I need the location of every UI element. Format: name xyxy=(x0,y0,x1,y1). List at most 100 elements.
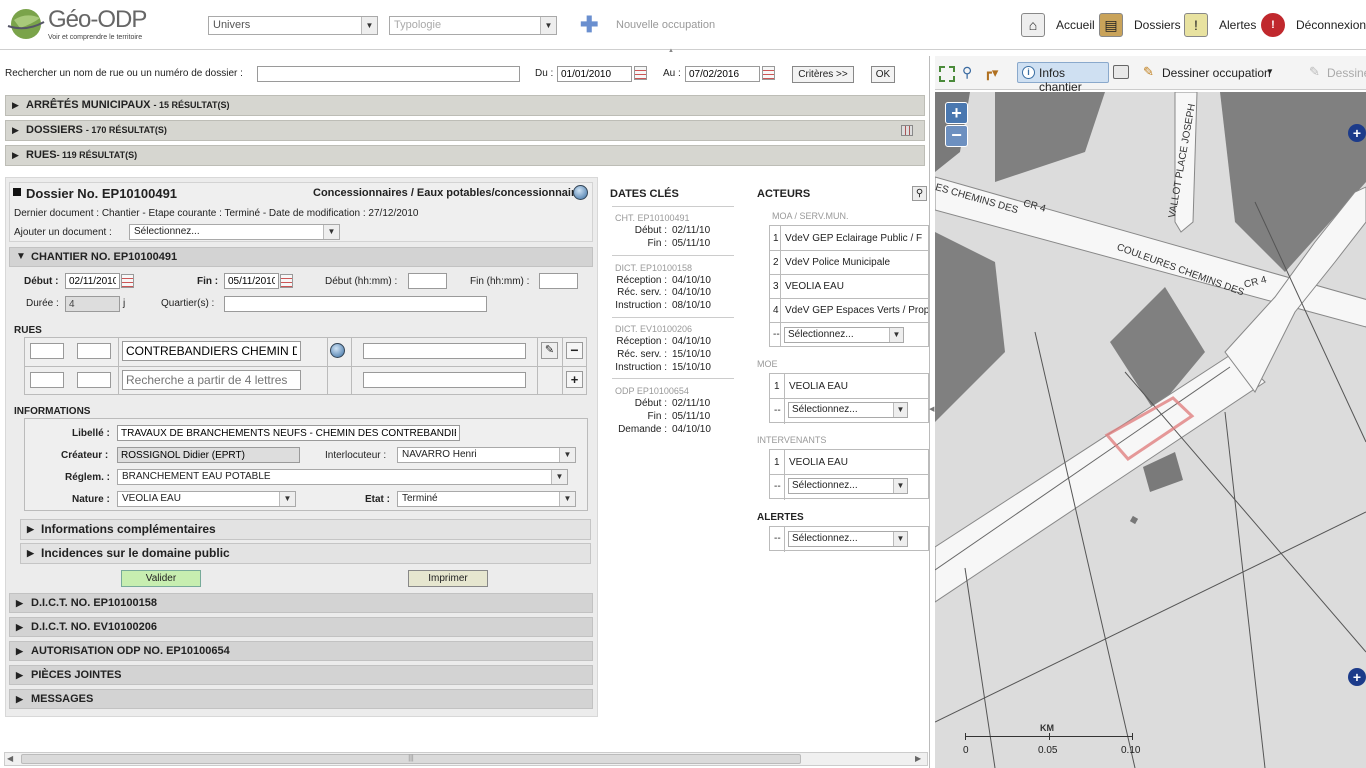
minus-icon[interactable]: − xyxy=(566,342,583,359)
nav-deconnexion[interactable]: Déconnexion xyxy=(1296,18,1366,32)
fin-hm-input[interactable] xyxy=(539,273,578,289)
info-complementaires-section[interactable]: ▶ Informations complémentaires xyxy=(20,519,591,540)
rue-extra-input[interactable] xyxy=(363,343,526,359)
add-row-icon[interactable]: + xyxy=(566,371,583,388)
chevron-down-icon: ▼ xyxy=(889,328,903,342)
au-date-input[interactable] xyxy=(685,66,760,82)
grid-icon[interactable] xyxy=(901,125,913,136)
moe-add-select[interactable]: Sélectionnez... ▼ xyxy=(788,402,908,418)
dessine-button[interactable]: ✎ Dessine xyxy=(1307,64,1366,82)
logout-icon[interactable]: ! xyxy=(1261,13,1285,37)
nav-alertes[interactable]: Alertes xyxy=(1219,18,1256,32)
scroll-thumb[interactable]: ||| xyxy=(21,754,801,764)
rue-search-input[interactable] xyxy=(122,370,301,390)
valider-button[interactable]: Valider xyxy=(121,570,201,587)
criteria-button[interactable]: Critères >> xyxy=(792,66,854,83)
imprimer-button[interactable]: Imprimer xyxy=(408,570,488,587)
interlocuteur-select[interactable]: NAVARRO Henri ▼ xyxy=(397,447,576,463)
plus-icon[interactable]: ✚ xyxy=(580,14,598,36)
app-logo[interactable]: Géo-ODP Voir et comprendre le territoire xyxy=(6,4,176,44)
date-value: 04/10/10 xyxy=(672,287,711,298)
rue-num1-input[interactable] xyxy=(30,343,64,359)
warning-icon[interactable]: ! xyxy=(1184,13,1208,37)
splitter-handle[interactable]: ◀ xyxy=(929,405,935,419)
zoom-out-button[interactable]: − xyxy=(945,125,968,147)
home-icon[interactable]: ⌂ xyxy=(1021,13,1045,37)
duree-unit: j xyxy=(123,298,126,309)
infos-chantier-button[interactable]: i Infos chantier xyxy=(1017,62,1109,94)
date-label: Instruction : xyxy=(615,362,667,373)
map-view[interactable]: ES CHEMINS DES CR 4 VALLOT PLACE JOSEPH … xyxy=(935,92,1366,768)
calendar-icon[interactable] xyxy=(121,274,134,288)
section-dict-ep[interactable]: ▶ D.I.C.T. NO. EP10100158 xyxy=(9,593,593,613)
measure-icon[interactable]: ┏▾ xyxy=(984,65,998,81)
ok-button[interactable]: OK xyxy=(871,66,895,83)
informations-title: INFORMATIONS xyxy=(14,406,91,417)
nav-dossiers[interactable]: Dossiers xyxy=(1134,18,1181,32)
triangle-right-icon: ▶ xyxy=(16,694,23,704)
chantier-header[interactable]: ▼ CHANTIER NO. EP10100491 xyxy=(9,247,593,267)
calendar-icon[interactable] xyxy=(762,66,775,80)
reglem-select[interactable]: BRANCHEMENT EAU POTABLE ▼ xyxy=(117,469,568,485)
new-occupation-link[interactable]: Nouvelle occupation xyxy=(616,19,715,31)
folder-icon[interactable]: ▤ xyxy=(1099,13,1123,37)
top-bar: Géo-ODP Voir et comprendre le territoire… xyxy=(0,0,1366,50)
expand-panel-icon[interactable]: + xyxy=(1348,668,1366,686)
scale-tick xyxy=(1049,733,1050,740)
typologie-select[interactable]: Typologie ▼ xyxy=(389,16,557,35)
search-user-icon[interactable]: ⚲ xyxy=(912,186,927,201)
debut-date-input[interactable] xyxy=(65,273,120,289)
nav-accueil[interactable]: Accueil xyxy=(1056,18,1095,32)
fin-date-input[interactable] xyxy=(224,273,279,289)
section-autorisation-odp[interactable]: ▶ AUTORISATION ODP NO. EP10100654 xyxy=(9,641,593,661)
zoom-search-icon[interactable]: ⚲ xyxy=(962,64,972,81)
dessiner-occupation-button[interactable]: ✎ Dessiner occupation ▼ xyxy=(1142,64,1274,82)
rue-num2-input[interactable] xyxy=(77,343,111,359)
col-divider xyxy=(562,338,563,394)
duree-label: Durée : xyxy=(26,298,59,309)
rue-num1-input-new[interactable] xyxy=(30,372,64,388)
date-label: Début : xyxy=(634,398,667,409)
quartier-input[interactable] xyxy=(224,296,487,312)
univers-select[interactable]: Univers ▼ xyxy=(208,16,378,35)
search-input[interactable] xyxy=(257,66,520,82)
expand-panel-icon[interactable]: + xyxy=(1348,124,1366,142)
rue-num2-input-new[interactable] xyxy=(77,372,111,388)
calendar-icon[interactable] xyxy=(280,274,293,288)
zoom-in-button[interactable]: + xyxy=(945,102,968,124)
date-value: 04/10/10 xyxy=(672,275,711,286)
intervenants-add-select[interactable]: Sélectionnez... ▼ xyxy=(788,478,908,494)
globe-icon[interactable] xyxy=(330,343,345,358)
section-messages[interactable]: ▶ MESSAGES xyxy=(9,689,593,709)
print-icon[interactable] xyxy=(1113,65,1129,79)
moa-add-select[interactable]: Sélectionnez... ▼ xyxy=(784,327,904,343)
scroll-left-icon[interactable]: ◀ xyxy=(7,753,13,765)
rue-extra-input-new[interactable] xyxy=(363,372,526,388)
zoom-extent-icon[interactable] xyxy=(939,66,955,82)
triangle-down-icon: ▼ xyxy=(16,251,26,262)
libelle-input[interactable] xyxy=(117,425,460,441)
row-divider xyxy=(770,474,930,475)
horizontal-scrollbar[interactable]: ◀ ||| ▶ xyxy=(4,752,928,766)
collapse-handle[interactable]: ▲ xyxy=(668,48,678,54)
alertes-add-select[interactable]: Sélectionnez... ▼ xyxy=(788,531,908,547)
scroll-right-icon[interactable]: ▶ xyxy=(915,753,921,765)
rue-name-input[interactable] xyxy=(122,341,301,361)
section-pieces-jointes[interactable]: ▶ PIÈCES JOINTES xyxy=(9,665,593,685)
section-arretes[interactable]: ▶ ARRÊTÉS MUNICIPAUX - 15 RÉSULTAT(S) xyxy=(5,95,925,116)
debut-hm-input[interactable] xyxy=(408,273,447,289)
incidences-section[interactable]: ▶ Incidences sur le domaine public xyxy=(20,543,591,564)
section-rues[interactable]: ▶ RUES- 119 RÉSULTAT(S) xyxy=(5,145,925,166)
section-dossiers[interactable]: ▶ DOSSIERS - 170 RÉSULTAT(S) xyxy=(5,120,925,141)
calendar-icon[interactable] xyxy=(634,66,647,80)
moe-title: MOE xyxy=(757,359,778,369)
du-date-input[interactable] xyxy=(557,66,632,82)
chevron-down-icon: ▼ xyxy=(551,470,567,484)
date-group-head: ODP EP10100654 xyxy=(615,386,689,396)
globe-icon[interactable] xyxy=(573,185,588,200)
add-document-select[interactable]: Sélectionnez... ▼ xyxy=(129,224,340,240)
section-dict-ev[interactable]: ▶ D.I.C.T. NO. EV10100206 xyxy=(9,617,593,637)
etat-select[interactable]: Terminé ▼ xyxy=(397,491,576,507)
edit-pencil-icon[interactable]: ✎ xyxy=(541,342,558,359)
nature-select[interactable]: VEOLIA EAU ▼ xyxy=(117,491,296,507)
